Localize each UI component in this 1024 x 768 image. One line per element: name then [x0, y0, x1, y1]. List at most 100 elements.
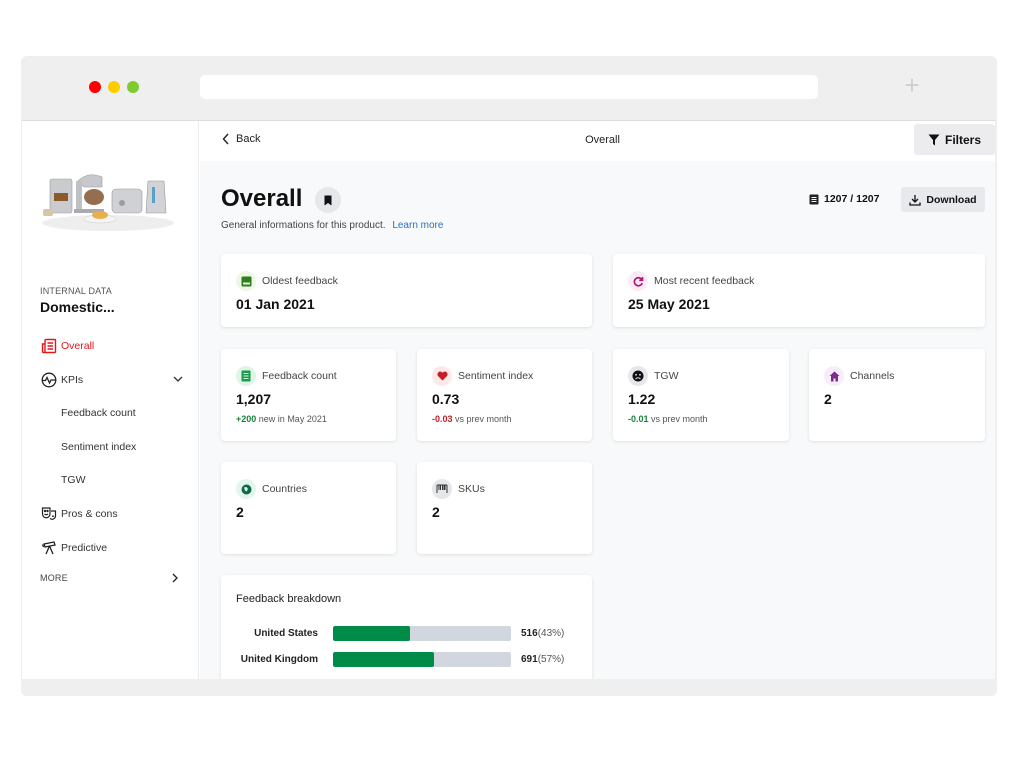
learn-more-link[interactable]: Learn more [392, 220, 443, 231]
feedback-count-card[interactable]: Feedback count 1,207 +200 new in May 202… [221, 349, 396, 441]
sidebar-item-kpis[interactable]: KPIs [40, 371, 185, 389]
breakdown-count: 516 [521, 628, 538, 639]
sidebar-item-pros-cons[interactable]: Pros & cons [40, 505, 185, 523]
breakdown-row: United Kingdom 691(57%) [221, 652, 591, 668]
countries-card: Countries 2 [221, 462, 396, 554]
sidebar-item-label: Pros & cons [61, 508, 118, 520]
delta-value: -0.01 [628, 414, 649, 424]
download-icon [909, 194, 922, 206]
card-value: 2 [432, 504, 440, 520]
card-label: Feedback count [262, 370, 337, 382]
newspaper-icon [40, 338, 57, 355]
top-bar: Back Overall Filters [200, 121, 995, 161]
more-label: MORE [40, 573, 68, 583]
download-label: Download [926, 193, 977, 206]
book-icon [236, 271, 256, 291]
page-title: Overall [221, 185, 303, 212]
download-button[interactable]: Download [901, 187, 985, 212]
card-delta: -0.03 vs prev month [432, 414, 512, 424]
card-value: 1.22 [628, 391, 656, 407]
most-recent-feedback-card: Most recent feedback 25 May 2021 [613, 254, 985, 327]
browser-titlebar: + [21, 56, 997, 120]
section-label: INTERNAL DATA [40, 286, 112, 296]
card-value: 2 [824, 391, 832, 407]
delta-text: new in May 2021 [258, 414, 327, 424]
breakdown-value: 516(43%) [521, 628, 564, 639]
more-section-toggle[interactable]: MORE [40, 573, 180, 583]
breakdown-bar-track [333, 652, 511, 667]
card-label: Oldest feedback [262, 275, 338, 287]
refresh-icon [628, 271, 648, 291]
browser-bottom-bar [21, 679, 997, 696]
tgw-card[interactable]: TGW 1.22 -0.01 vs prev month [613, 349, 789, 441]
sidebar: INTERNAL DATA Domestic... Overall KPIs F… [22, 121, 199, 679]
sidebar-item-overall[interactable]: Overall [40, 337, 185, 355]
breakdown-percent: (57%) [537, 654, 565, 665]
breakdown-bar-track [333, 626, 511, 641]
feedback-count-indicator: 1207 / 1207 [809, 193, 879, 205]
browser-window: + INTERNAL DATA Domestic... Overall KPIs… [21, 56, 997, 696]
breakdown-country-label: United States [254, 628, 318, 639]
address-bar[interactable] [200, 75, 818, 99]
sidebar-subitem-sentiment-index[interactable]: Sentiment index [61, 441, 136, 453]
sidebar-item-predictive[interactable]: Predictive [40, 539, 185, 557]
breakdown-country-label: United Kingdom [240, 654, 318, 665]
document-icon [809, 194, 819, 204]
card-label: TGW [654, 370, 679, 382]
filters-button[interactable]: Filters [914, 124, 995, 155]
feedback-breakdown-card: Feedback breakdown United States 516(43%)… [221, 575, 592, 679]
sad-face-icon [628, 366, 648, 386]
chevron-down-icon[interactable] [171, 372, 185, 386]
theater-masks-icon [40, 506, 57, 523]
card-label: Countries [262, 483, 307, 495]
sidebar-item-label: KPIs [61, 374, 84, 386]
delta-text: vs prev month [651, 414, 708, 424]
product-image [40, 167, 176, 233]
minimize-window-button[interactable] [108, 81, 120, 93]
filter-icon [928, 134, 940, 145]
channels-card: Channels 2 [809, 349, 985, 441]
card-value: 01 Jan 2021 [236, 296, 315, 312]
filters-label: Filters [944, 132, 981, 147]
sidebar-subitem-tgw[interactable]: TGW [61, 474, 86, 486]
card-label: Most recent feedback [654, 275, 755, 287]
breakdown-bar-fill [333, 652, 435, 667]
bookmark-button[interactable] [315, 187, 341, 213]
top-bar-title: Overall [585, 134, 620, 146]
maximize-window-button[interactable] [127, 81, 139, 93]
main-content: Back Overall Filters Overall General inf… [200, 121, 995, 679]
document-icon [236, 366, 256, 386]
card-label: Sentiment index [458, 370, 534, 382]
skus-card: SKUs 2 [417, 462, 592, 554]
card-value: 0.73 [432, 391, 460, 407]
delta-value: +200 [236, 414, 257, 424]
breakdown-percent: (43%) [537, 628, 565, 639]
chevron-right-icon [172, 573, 178, 583]
delta-text: vs prev month [455, 414, 512, 424]
new-tab-button[interactable]: + [901, 72, 923, 98]
barcode-icon [432, 479, 452, 499]
card-value: 25 May 2021 [628, 296, 710, 312]
count-text: 1207 / 1207 [824, 193, 880, 205]
breakdown-count: 691 [521, 654, 538, 665]
product-name: Domestic... [40, 299, 115, 315]
telescope-icon [40, 540, 57, 557]
breakdown-value: 691(57%) [521, 654, 564, 665]
bookmark-icon [324, 195, 332, 205]
home-icon [824, 366, 844, 386]
close-window-button[interactable] [89, 81, 101, 93]
sidebar-subitem-feedback-count[interactable]: Feedback count [61, 407, 136, 419]
heart-icon [432, 366, 452, 386]
sentiment-index-card[interactable]: Sentiment index 0.73 -0.03 vs prev month [417, 349, 592, 441]
page-viewport: INTERNAL DATA Domestic... Overall KPIs F… [22, 120, 995, 679]
sidebar-item-label: Predictive [61, 542, 108, 554]
card-delta: -0.01 vs prev month [628, 414, 708, 424]
breakdown-bar-fill [333, 626, 410, 641]
breakdown-row: United States 516(43%) [221, 626, 591, 642]
pulse-icon [40, 372, 57, 389]
breakdown-title: Feedback breakdown [236, 593, 342, 605]
oldest-feedback-card: Oldest feedback 01 Jan 2021 [221, 254, 592, 327]
page-subtitle: General informations for this product. L… [221, 220, 443, 231]
card-value: 1,207 [236, 391, 272, 407]
card-label: Channels [850, 370, 895, 382]
